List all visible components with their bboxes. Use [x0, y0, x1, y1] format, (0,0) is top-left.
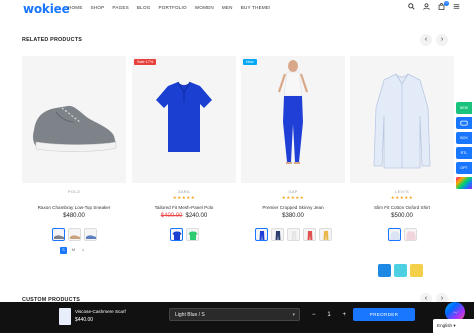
side-chat-button[interactable] — [456, 117, 472, 129]
variant-select[interactable]: Light Blue / S ▾ — [169, 308, 300, 321]
sticky-cart-bar: Viscose-Cashmere Scarf $440.00 Light Blu… — [0, 302, 474, 333]
nav-blog[interactable]: BLOG — [137, 5, 151, 10]
search-icon[interactable] — [407, 3, 415, 12]
current-price: $480.00 — [63, 213, 85, 219]
cart-count-badge: 0 — [444, 1, 449, 6]
swatch-blue-polo[interactable] — [169, 228, 183, 241]
side-color-button[interactable] — [456, 177, 472, 189]
product-price: $480.00 — [22, 213, 126, 219]
language-selector[interactable]: English ▾ — [433, 319, 474, 333]
pattern-swatch-blue[interactable] — [378, 264, 391, 277]
qty-value[interactable]: 1 — [327, 312, 330, 318]
variant-select-value: Light Blue / S — [175, 312, 205, 318]
product-brand: LEVI'S — [395, 189, 409, 194]
color-swatches — [22, 228, 126, 241]
carousel-next-button[interactable]: › — [436, 34, 448, 46]
rating-stars: ★★★★★ — [390, 195, 414, 200]
qty-minus-button[interactable]: − — [312, 312, 316, 318]
old-price: $400.00 — [160, 213, 183, 219]
color-swatches — [350, 228, 454, 241]
nav-home[interactable]: HOME — [68, 5, 83, 10]
product-name[interactable]: Tailored Fit Mesh-Panel Polo — [132, 205, 236, 210]
product-name[interactable]: Slim Fit Cotton Oxford Shirt — [350, 205, 454, 210]
language-label: English — [437, 323, 453, 328]
sale-tag: Sale 17% — [134, 59, 157, 65]
preorder-button[interactable]: PREORDER — [353, 308, 415, 321]
pattern-swatch-yellow[interactable] — [410, 264, 423, 277]
color-swatches — [132, 228, 236, 241]
rating-stars: ★★★★★ — [281, 195, 305, 200]
sticky-product-price: $440.00 — [75, 317, 94, 323]
logo[interactable]: wokiee — [23, 2, 70, 16]
side-new-button[interactable]: NEW — [456, 102, 472, 114]
sticky-product-thumbnail — [59, 308, 71, 325]
size-option-m[interactable]: M — [70, 247, 77, 254]
nav-men[interactable]: MEN — [222, 5, 233, 10]
quantity-stepper: − 1 + — [312, 308, 346, 321]
current-price: $500.00 — [391, 213, 413, 219]
swatch-red-jeans[interactable] — [302, 228, 316, 241]
carousel-prev-button[interactable]: ‹ — [420, 34, 432, 46]
menu-icon[interactable] — [452, 3, 460, 12]
swatch-grey-sneaker[interactable] — [51, 228, 65, 241]
pattern-swatch-teal[interactable] — [394, 264, 407, 277]
product-brand: POLO — [67, 189, 81, 194]
nav-women[interactable]: WOMEN — [195, 5, 214, 10]
swatch-dark-jeans[interactable] — [270, 228, 284, 241]
sticky-product-name: Viscose-Cashmere Scarf — [75, 309, 126, 314]
size-option-s[interactable]: S — [60, 247, 67, 254]
bag-icon[interactable]: 0 — [437, 1, 449, 12]
product-image-polo[interactable]: Sale 17% — [132, 56, 236, 183]
qty-plus-button[interactable]: + — [342, 312, 346, 318]
nav-portfolio[interactable]: PORTFOLIO — [159, 5, 187, 10]
nav-pages[interactable]: PAGES — [112, 5, 129, 10]
nav-buy-theme[interactable]: BUY THEME! — [241, 5, 271, 10]
related-carousel-arrows: ‹ › — [420, 34, 448, 46]
product-image-jeans[interactable]: New — [241, 56, 345, 183]
related-products-title: RELATED PRODUCTS — [22, 37, 83, 43]
product-brand: GAP — [288, 189, 298, 194]
chevron-down-icon: ▾ — [453, 323, 456, 328]
user-icon[interactable] — [422, 3, 430, 12]
swatch-blue-sneaker[interactable] — [83, 228, 97, 241]
main-nav: HOME SHOP PAGES BLOG PORTFOLIO WOMEN MEN… — [68, 5, 279, 10]
swatch-white-jeans[interactable] — [286, 228, 300, 241]
side-tool-panel: NEW BOX RTL OPT — [456, 102, 472, 189]
product-image-sneaker[interactable] — [22, 56, 126, 183]
swatch-tan-sneaker[interactable] — [67, 228, 81, 241]
new-tag: New — [243, 59, 257, 65]
current-price: $380.00 — [282, 213, 304, 219]
product-price: $380.00 — [241, 213, 345, 219]
product-brand: ZARA — [178, 189, 190, 194]
side-rtl-button[interactable]: RTL — [456, 147, 472, 159]
rating-stars: ★★★★★ — [172, 195, 196, 200]
product-price: $500.00 — [350, 213, 454, 219]
swatch-pink-shirt[interactable] — [403, 228, 417, 241]
swatch-blue-jeans[interactable] — [254, 228, 268, 241]
size-option-l[interactable]: L — [80, 247, 87, 254]
color-swatches — [241, 228, 345, 241]
swatch-green-polo[interactable] — [185, 228, 199, 241]
nav-shop[interactable]: SHOP — [91, 5, 105, 10]
size-selector: S M L — [60, 247, 87, 254]
product-price: $400.00 $240.00 — [132, 213, 236, 219]
site-header: wokiee HOME SHOP PAGES BLOG PORTFOLIO WO… — [0, 0, 474, 18]
chevron-down-icon: ▾ — [292, 312, 295, 318]
current-price: $240.00 — [185, 213, 208, 219]
swatch-lightblue-shirt[interactable] — [387, 228, 401, 241]
side-opt-button[interactable]: OPT — [456, 162, 472, 174]
header-icons: 0 — [407, 1, 460, 12]
swatch-yellow-jeans[interactable] — [318, 228, 332, 241]
product-name[interactable]: Raxon Chambray Low-Top Sneaker — [22, 205, 126, 210]
side-box-button[interactable]: BOX — [456, 132, 472, 144]
product-name[interactable]: Premier Cropped Skinny Jean — [241, 205, 345, 210]
product-image-shirt[interactable] — [350, 56, 454, 183]
